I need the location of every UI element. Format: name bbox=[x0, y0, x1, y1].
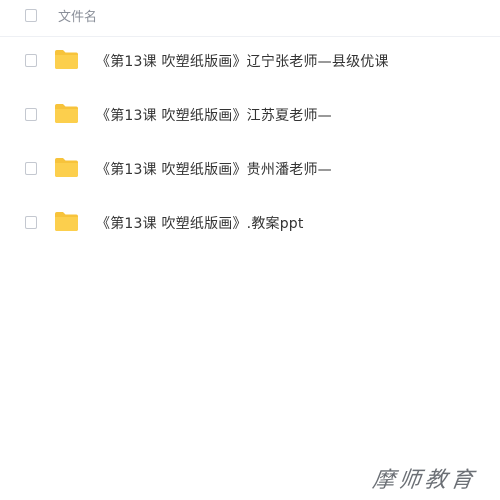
row-checkbox[interactable] bbox=[25, 54, 37, 67]
folder-icon bbox=[55, 104, 78, 123]
row-checkbox[interactable] bbox=[25, 108, 37, 121]
file-name[interactable]: 《第13课 吹塑纸版画》辽宁张老师—县级优课 bbox=[96, 51, 389, 71]
file-name[interactable]: 《第13课 吹塑纸版画》.教案ppt bbox=[96, 213, 304, 233]
folder-icon bbox=[55, 212, 78, 231]
row-checkbox[interactable] bbox=[25, 162, 37, 175]
file-name[interactable]: 《第13课 吹塑纸版画》江苏夏老师— bbox=[96, 105, 332, 125]
folder-icon bbox=[55, 50, 78, 69]
file-list-header: 文件名 bbox=[0, 0, 500, 37]
file-list-panel: 文件名 《第13课 吹塑纸版画》辽宁张老师—县级优课 《第13课 吹塑纸版画》江… bbox=[0, 0, 500, 500]
file-row[interactable]: 《第13课 吹塑纸版画》江苏夏老师— bbox=[0, 95, 500, 135]
file-name[interactable]: 《第13课 吹塑纸版画》贵州潘老师— bbox=[96, 159, 332, 179]
file-row[interactable]: 《第13课 吹塑纸版画》贵州潘老师— bbox=[0, 149, 500, 189]
file-row[interactable]: 《第13课 吹塑纸版画》辽宁张老师—县级优课 bbox=[0, 41, 500, 81]
watermark-text: 摩师教育 bbox=[370, 468, 479, 493]
row-checkbox[interactable] bbox=[25, 216, 37, 229]
folder-icon bbox=[55, 158, 78, 177]
file-row[interactable]: 《第13课 吹塑纸版画》.教案ppt bbox=[0, 203, 500, 243]
column-header-filename[interactable]: 文件名 bbox=[58, 6, 97, 25]
select-all-checkbox[interactable] bbox=[25, 9, 37, 22]
